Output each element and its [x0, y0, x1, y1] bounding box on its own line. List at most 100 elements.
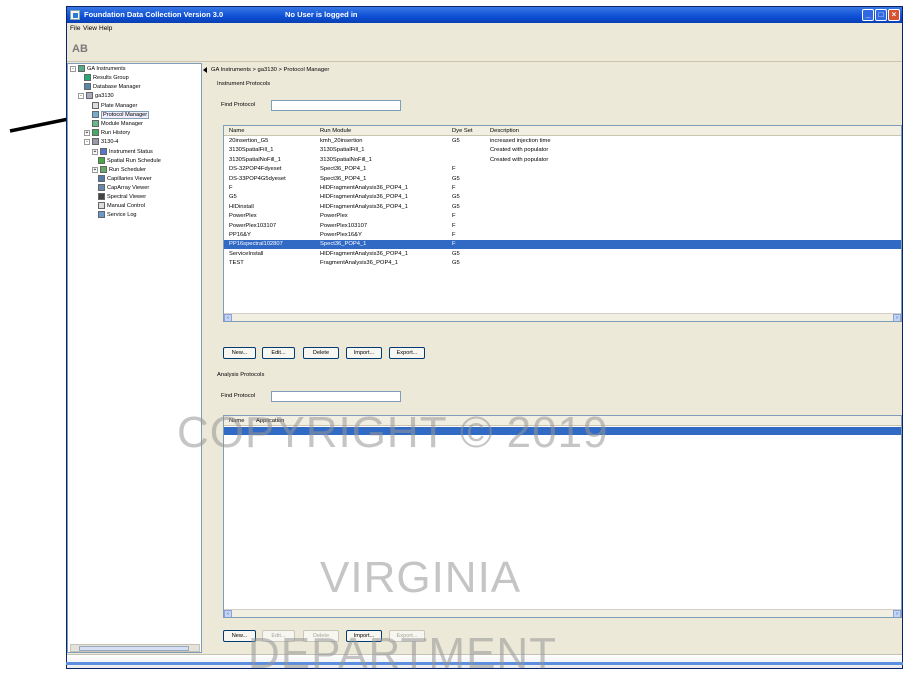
tree-item[interactable]: Module Manager	[92, 120, 143, 129]
tree-node-icon	[92, 129, 99, 137]
tree-item-label: Instrument Status	[109, 149, 153, 155]
table-row[interactable]: PowerPlex PowerPlex F	[224, 212, 901, 221]
tree-item[interactable]: Service Log	[98, 211, 137, 220]
tree-item[interactable]: - GA Instruments	[70, 65, 126, 74]
tree-item[interactable]: + Run Scheduler	[92, 166, 146, 175]
splitter[interactable]	[203, 63, 208, 653]
table-cell: F	[452, 213, 456, 220]
expand-icon[interactable]: +	[84, 129, 90, 136]
expand-icon[interactable]: +	[92, 148, 98, 155]
table-row[interactable]: HIDinstall HIDFragmentAnalysis36_POP4_1 G5	[224, 203, 901, 212]
maximize-icon[interactable]: □	[875, 9, 887, 21]
table-cell: 3130SpatialFill_1	[320, 147, 365, 154]
tree-item[interactable]: + Instrument Status	[92, 148, 153, 157]
collapse-icon[interactable]: -	[78, 92, 84, 99]
tree-item[interactable]: Spatial Run Schedule	[98, 157, 161, 166]
table-cell: HIDinstall	[229, 203, 254, 210]
watermark-copyright: COPYRIGHT © 2019	[177, 408, 609, 457]
tree-item-label: Run Scheduler	[109, 167, 147, 173]
tree-hscroll[interactable]	[70, 644, 200, 652]
find-protocol-label: Find Protocol	[221, 102, 256, 108]
table-cell: Spect36_POP4_1	[320, 241, 367, 248]
menu-view[interactable]: View	[83, 25, 97, 32]
table-row[interactable]: 20insertion_G5 kmh_20insertion G5 increased…	[224, 137, 901, 146]
tree-item-label: Service Log	[107, 212, 137, 218]
table-cell: G5	[452, 194, 460, 201]
table-row[interactable]: F HIDFragmentAnalysis36_POP4_1 F	[224, 184, 901, 193]
table-cell: TEST	[229, 260, 244, 267]
table-row[interactable]: DS-32POP4Fdyeset Spect36_POP4_1 F	[224, 165, 901, 174]
instrument-delete-button[interactable]: Delete	[303, 347, 339, 359]
menu-file[interactable]: File	[70, 25, 80, 32]
tree-item-label: Module Manager	[101, 121, 143, 127]
menu-bar: File View Help	[67, 23, 902, 34]
table-cell: F	[452, 222, 456, 229]
col-name[interactable]: Name	[229, 128, 244, 134]
collapse-icon[interactable]: -	[70, 65, 76, 72]
tree-item[interactable]: Database Manager	[84, 83, 141, 92]
tree-item[interactable]: CapArray Viewer	[98, 184, 149, 193]
instrument-edit-button[interactable]: Edit...	[262, 347, 295, 359]
instrument-table-hscroll[interactable]: ‹ ›	[224, 313, 901, 321]
col-dye-set[interactable]: Dye Set	[452, 128, 473, 134]
ab-logo: AB	[72, 43, 88, 55]
table-cell: F	[452, 185, 456, 191]
table-cell: G5	[452, 175, 460, 182]
table-row[interactable]: 3130SpatialNoFill_1 3130SpatialNoFill_1 Cr…	[224, 156, 901, 165]
table-row[interactable]: G5 HIDFragmentAnalysis36_POP4_1 G5	[224, 193, 901, 202]
collapse-icon[interactable]: -	[84, 138, 90, 145]
instrument-export-button[interactable]: Export...	[389, 347, 425, 359]
scroll-right-icon[interactable]: ›	[893, 314, 901, 321]
scroll-right-icon[interactable]: ›	[893, 610, 901, 617]
scroll-left-icon[interactable]: ‹	[224, 610, 232, 617]
app-icon	[70, 10, 80, 20]
tree-node-icon	[98, 184, 105, 192]
instrument-import-button[interactable]: Import...	[346, 347, 382, 359]
scroll-thumb[interactable]	[79, 646, 189, 651]
table-row[interactable]: DS-33POP4G5dyeset Spect36_POP4_1 G5	[224, 175, 901, 184]
analysis-find-protocol-label: Find Protocol	[221, 393, 256, 399]
table-cell: HIDFragmentAnalysis36_POP4_1	[320, 203, 408, 210]
analysis-find-input[interactable]	[271, 391, 401, 402]
table-row[interactable]: ServiceInstall HIDFragmentAnalysis36_POP4…	[224, 250, 901, 259]
tree-item[interactable]: Capillaries Viewer	[98, 175, 152, 184]
col-run-module[interactable]: Run Module	[320, 128, 351, 134]
col-description[interactable]: Description	[490, 128, 519, 134]
tree-node-icon	[92, 120, 99, 128]
analysis-protocols-label: Analysis Protocols	[217, 372, 265, 378]
table-cell: HIDFragmentAnalysis36_POP4_1	[320, 194, 408, 201]
watermark-virginia: VIRGINIA	[320, 553, 522, 602]
instrument-protocols-label: Instrument Protocols	[217, 81, 271, 87]
tree-item[interactable]: + Run History	[84, 129, 130, 138]
table-row[interactable]: 3130SpatialFill_1 3130SpatialFill_1 Create…	[224, 146, 901, 155]
table-row[interactable]: PP16&Y PowerPlex16&Y F	[224, 231, 901, 240]
tree-item-label: Capillaries Viewer	[107, 176, 152, 182]
menu-help[interactable]: Help	[99, 25, 112, 32]
tree-item[interactable]: Protocol Manager	[92, 111, 150, 120]
tree-item-label: Database Manager	[93, 84, 141, 90]
analysis-table-hscroll[interactable]: ‹ ›	[224, 609, 901, 617]
tree-item[interactable]: Results Group	[84, 74, 129, 83]
tree-item-label: Spectral Viewer	[107, 194, 147, 200]
table-cell: PP16&Y	[229, 232, 251, 238]
table-cell: DS-33POP4G5dyeset	[229, 175, 286, 182]
tree-item[interactable]: Spectral Viewer	[98, 193, 146, 202]
table-cell: G5	[452, 203, 460, 210]
tree-item[interactable]: Plate Manager	[92, 102, 137, 111]
table-row[interactable]: PowerPlex103107 PowerPlex103107 F	[224, 222, 901, 231]
tree-item[interactable]: Manual Control	[98, 202, 145, 211]
tree-node-icon	[86, 92, 93, 100]
tree-item[interactable]: - ga3130	[78, 92, 114, 101]
table-cell: PowerPlex	[320, 213, 348, 220]
table-row[interactable]: TEST FragmentAnalysis36_POP4_1 G5	[224, 259, 901, 268]
scroll-left-icon[interactable]: ‹	[224, 314, 232, 321]
instrument-find-input[interactable]	[271, 100, 401, 111]
expand-icon[interactable]: +	[92, 166, 98, 173]
instrument-new-button[interactable]: New...	[223, 347, 256, 359]
table-cell: F	[229, 185, 233, 191]
minimize-icon[interactable]: _	[862, 9, 874, 21]
close-icon[interactable]: ×	[888, 9, 900, 21]
collapse-arrow-icon[interactable]	[203, 67, 207, 73]
table-row[interactable]: PP16spectral102807 Spect36_POP4_1 F	[224, 240, 901, 250]
tree-item[interactable]: - 3130-4	[84, 138, 118, 147]
